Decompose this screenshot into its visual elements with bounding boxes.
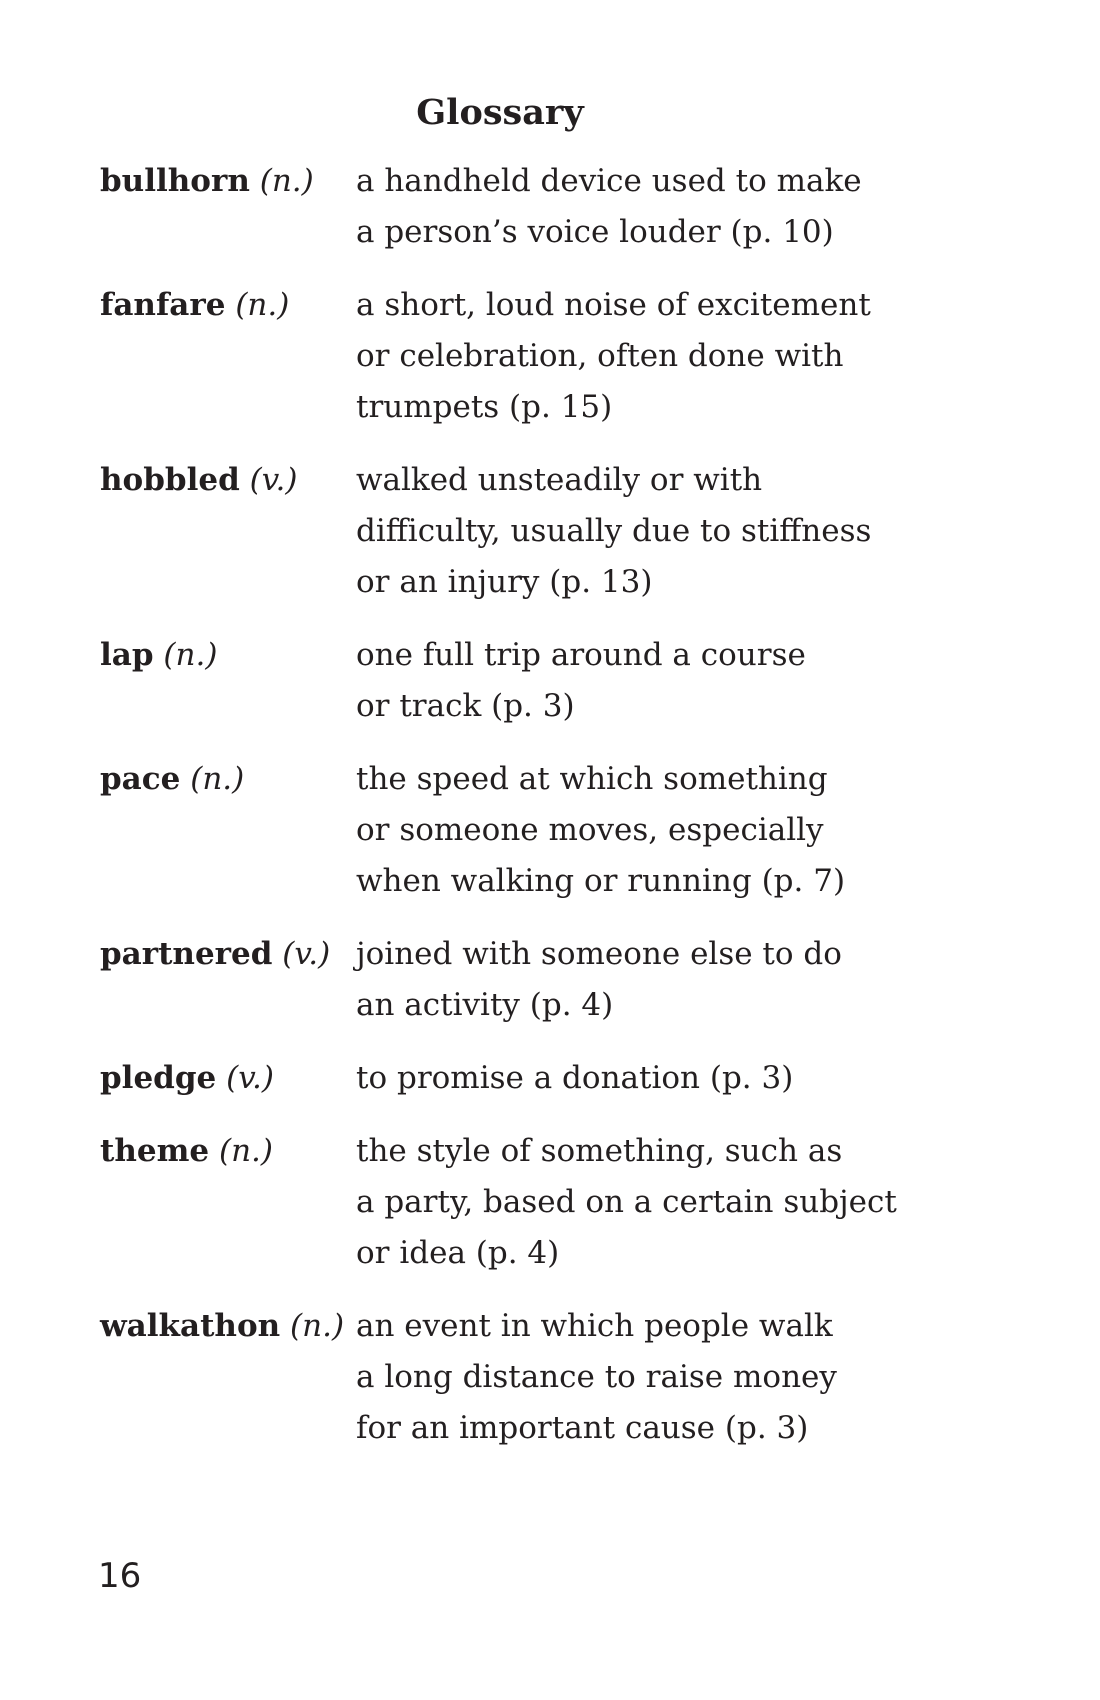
- glossary-list: bullhorn (n.) a handheld device used to m…: [100, 156, 1000, 1476]
- glossary-definition: to promise a donation (p. 3): [356, 1053, 1000, 1104]
- glossary-term-cell: fanfare (n.): [100, 280, 356, 331]
- glossary-definition: a short, loud noise of excitement or cele…: [356, 280, 1000, 433]
- definition-line: an event in which people walk: [356, 1308, 833, 1344]
- definition-line: or someone moves, especially: [356, 812, 824, 848]
- glossary-entry: walkathon (n.) an event in which people w…: [100, 1301, 1000, 1454]
- part-of-speech: (n.): [235, 287, 290, 323]
- glossary-definition: a handheld device used to make a person’s…: [356, 156, 1000, 258]
- glossary-term-cell: walkathon (n.): [100, 1301, 356, 1352]
- glossary-entry: pledge (v.) to promise a donation (p. 3): [100, 1053, 1000, 1104]
- glossary-entry: fanfare (n.) a short, loud noise of excit…: [100, 280, 1000, 433]
- glossary-definition: walked unsteadily or with difficulty, usu…: [356, 455, 1000, 608]
- definition-line: for an important cause (p. 3): [356, 1410, 809, 1446]
- glossary-term-cell: lap (n.): [100, 630, 356, 681]
- definition-line: an activity (p. 4): [356, 987, 614, 1023]
- glossary-entry: lap (n.) one full trip around a course or …: [100, 630, 1000, 732]
- glossary-definition: an event in which people walk a long dist…: [356, 1301, 1000, 1454]
- definition-line: or celebration, often done with: [356, 338, 844, 374]
- definition-line: difficulty, usually due to stiffness: [356, 513, 872, 549]
- glossary-definition: joined with someone else to do an activit…: [356, 929, 1000, 1031]
- glossary-entry: partnered (v.) joined with someone else t…: [100, 929, 1000, 1031]
- glossary-term: lap: [100, 637, 154, 673]
- definition-line: a party, based on a certain subject: [356, 1184, 897, 1220]
- definition-line: a long distance to raise money: [356, 1359, 837, 1395]
- glossary-term-cell: pace (n.): [100, 754, 356, 805]
- definition-line: a handheld device used to make: [356, 163, 862, 199]
- part-of-speech: (n.): [163, 637, 218, 673]
- part-of-speech: (n.): [259, 163, 314, 199]
- definition-line: the speed at which something: [356, 761, 828, 797]
- glossary-term: theme: [100, 1133, 210, 1169]
- glossary-term-cell: bullhorn (n.): [100, 156, 356, 207]
- definition-line: or idea (p. 4): [356, 1235, 560, 1271]
- glossary-term-cell: hobbled (v.): [100, 455, 356, 506]
- glossary-term: fanfare: [100, 287, 226, 323]
- glossary-term: partnered: [100, 936, 273, 972]
- glossary-term: bullhorn: [100, 163, 250, 199]
- definition-line: the style of something, such as: [356, 1133, 843, 1169]
- definition-line: trumpets (p. 15): [356, 389, 613, 425]
- glossary-entry: bullhorn (n.) a handheld device used to m…: [100, 156, 1000, 258]
- definition-line: to promise a donation (p. 3): [356, 1060, 794, 1096]
- glossary-entry: theme (n.) the style of something, such a…: [100, 1126, 1000, 1279]
- definition-line: or an injury (p. 13): [356, 564, 653, 600]
- glossary-term-cell: theme (n.): [100, 1126, 356, 1177]
- glossary-entry: pace (n.) the speed at which something or …: [100, 754, 1000, 907]
- glossary-entry: hobbled (v.) walked unsteadily or with dif…: [100, 455, 1000, 608]
- definition-line: a person’s voice louder (p. 10): [356, 214, 834, 250]
- definition-line: joined with someone else to do: [356, 936, 842, 972]
- definition-line: when walking or running (p. 7): [356, 863, 846, 899]
- glossary-term: pledge: [100, 1060, 217, 1096]
- glossary-definition: one full trip around a course or track (p…: [356, 630, 1000, 732]
- glossary-term-cell: pledge (v.): [100, 1053, 356, 1104]
- page-number: 16: [98, 1556, 142, 1596]
- part-of-speech: (n.): [290, 1308, 345, 1344]
- glossary-definition: the style of something, such as a party, …: [356, 1126, 1000, 1279]
- glossary-term: walkathon: [100, 1308, 281, 1344]
- glossary-term: hobbled: [100, 462, 240, 498]
- part-of-speech: (n.): [190, 761, 245, 797]
- glossary-definition: the speed at which something or someone m…: [356, 754, 1000, 907]
- definition-line: a short, loud noise of excitement: [356, 287, 871, 323]
- page-title: Glossary: [416, 92, 584, 133]
- part-of-speech: (v.): [249, 462, 298, 498]
- glossary-term: pace: [100, 761, 181, 797]
- glossary-term-cell: partnered (v.): [100, 929, 356, 980]
- part-of-speech: (v.): [226, 1060, 274, 1096]
- part-of-speech: (n.): [218, 1133, 273, 1169]
- definition-line: walked unsteadily or with: [356, 462, 763, 498]
- part-of-speech: (v.): [282, 936, 331, 972]
- definition-line: or track (p. 3): [356, 688, 575, 724]
- definition-line: one full trip around a course: [356, 637, 806, 673]
